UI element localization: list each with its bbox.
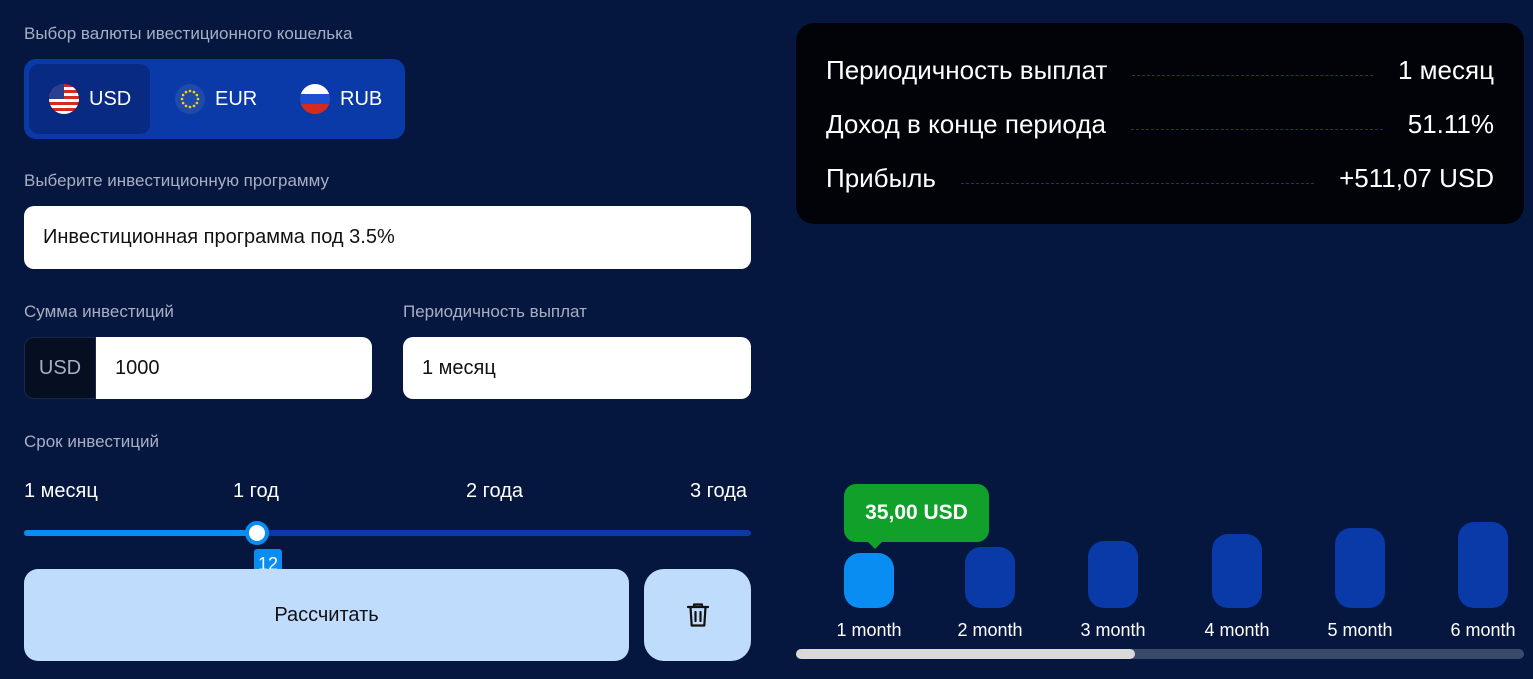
calculate-button[interactable]: Рассчитать — [24, 569, 629, 661]
summary-card: Периодичность выплат 1 месяц Доход в кон… — [796, 23, 1524, 224]
payout-bar[interactable] — [844, 553, 894, 608]
summary-row-income: Доход в конце периода 51.11% — [826, 104, 1494, 144]
term-tick: 2 года — [466, 480, 524, 502]
frequency-label: Периодичность выплат — [403, 302, 587, 321]
payout-bar-label: 6 month — [1450, 620, 1516, 640]
term-slider-handle[interactable] — [245, 521, 269, 545]
summary-row-frequency: Периодичность выплат 1 месяц — [826, 50, 1494, 90]
summary-label: Периодичность выплат — [826, 54, 1108, 85]
term-label: Срок инвестиций — [24, 432, 160, 451]
payout-bar[interactable] — [1088, 541, 1138, 608]
amount-currency-prefix: USD — [24, 337, 96, 399]
summary-value: 51.11% — [1407, 108, 1494, 139]
payout-tooltip: 35,00 USD — [844, 484, 989, 549]
term-tick: 1 месяц — [24, 480, 98, 502]
currency-usd-button[interactable]: USD — [29, 64, 150, 134]
payout-bar-label: 4 month — [1204, 620, 1270, 640]
payout-bar[interactable] — [965, 547, 1015, 608]
term-tick: 3 года — [690, 480, 748, 502]
delete-button[interactable] — [644, 569, 751, 661]
payout-bar[interactable] — [1335, 528, 1385, 608]
wallet-currency-label: Выбор валюты ивестиционного кошелька — [24, 24, 353, 43]
currency-rub-button[interactable]: RUB — [275, 64, 395, 134]
payout-bar-label: 1 month — [836, 620, 902, 640]
us-flag-icon — [49, 84, 79, 114]
ru-flag-icon — [300, 84, 330, 114]
payout-bar[interactable] — [1458, 522, 1508, 608]
currency-eur-label: EUR — [215, 87, 258, 110]
summary-label: Прибыль — [826, 162, 936, 193]
term-tick: 1 год — [233, 480, 279, 502]
summary-label: Доход в конце периода — [826, 108, 1106, 139]
dotted-leader — [1130, 128, 1383, 130]
payout-scrollbar[interactable] — [796, 649, 1524, 659]
frequency-select[interactable]: 1 месяц — [403, 337, 751, 399]
summary-row-profit: Прибыль +511,07 USD — [826, 158, 1494, 198]
summary-value: +511,07 USD — [1339, 162, 1494, 193]
currency-eur-button[interactable]: EUR — [150, 64, 275, 134]
amount-label: Сумма инвестиций — [24, 302, 174, 321]
dotted-leader — [960, 182, 1315, 184]
amount-input[interactable]: 1000 — [96, 337, 372, 399]
payout-bar-label: 5 month — [1327, 620, 1393, 640]
currency-usd-label: USD — [89, 87, 132, 110]
currency-switcher: USD EUR RUB — [24, 59, 405, 139]
eu-flag-icon — [175, 84, 205, 114]
dotted-leader — [1132, 74, 1373, 76]
scrollbar-thumb[interactable] — [796, 649, 1136, 659]
payout-bar[interactable] — [1212, 534, 1262, 608]
payout-bar-label: 3 month — [1080, 620, 1146, 640]
term-slider-fill — [24, 530, 257, 536]
program-select[interactable]: Инвестиционная программа под 3.5% — [24, 206, 751, 269]
trash-icon — [686, 603, 709, 627]
term-slider-track[interactable] — [24, 530, 751, 536]
payout-bar-label: 2 month — [957, 620, 1023, 640]
summary-value: 1 месяц — [1398, 54, 1494, 85]
program-label: Выберите инвестиционную программу — [24, 171, 329, 190]
currency-rub-label: RUB — [340, 87, 383, 110]
